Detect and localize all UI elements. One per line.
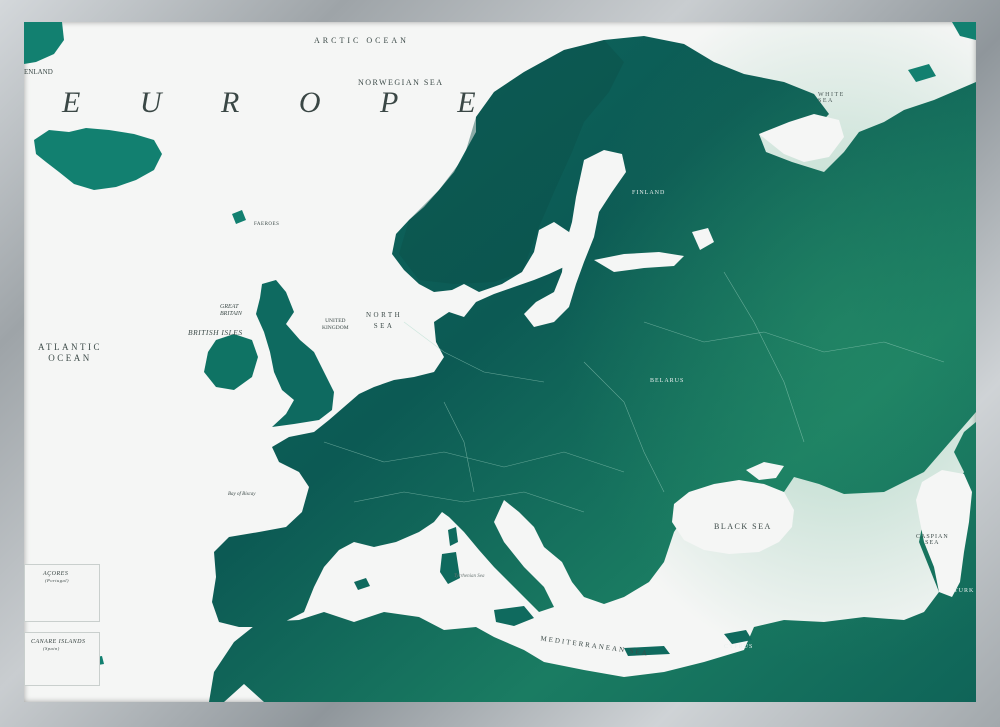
caspian-sea-label: CASPIAN SEA: [916, 534, 949, 546]
iceland: [34, 128, 162, 190]
canary-inset: CANARE ISLANDS (Spain): [24, 632, 100, 686]
white-sea-label: WHITE SEA: [818, 92, 845, 104]
great-britain-label: GREAT BRITAIN: [220, 304, 242, 317]
map-canvas: E U R O P E ARCTIC OCEAN NORWEGIAN SEA A…: [24, 22, 976, 702]
greenland-fragment: [24, 22, 64, 64]
azores-inset: AÇORES (Portugal): [24, 564, 100, 622]
tyrrhenian-sea-label: Tyrrhenian Sea: [454, 574, 485, 579]
atlantic-ocean-label: ATLANTIC OCEAN: [38, 342, 102, 363]
ireland: [204, 334, 258, 390]
black-sea-label: BLACK SEA: [714, 522, 772, 531]
bay-of-biscay-label: Bay of Biscay: [228, 492, 256, 497]
british-isles-label: BRITISH ISLES: [188, 328, 243, 337]
faeroes: [232, 210, 246, 224]
finland-label: FINLAND: [632, 190, 666, 196]
europe-map-graphic: [24, 22, 976, 702]
canary-inset-subtitle: (Spain): [43, 646, 60, 651]
map-title: E U R O P E: [62, 86, 502, 119]
belarus-label: BELARUS: [650, 378, 685, 384]
azores-inset-title: AÇORES: [43, 571, 69, 577]
greenland-label: ENLAND: [24, 68, 53, 76]
azores-inset-subtitle: (Portugal): [45, 578, 69, 583]
arctic-ocean-label: ARCTIC OCEAN: [314, 36, 409, 45]
turkey-label: TURK: [954, 588, 975, 594]
great-britain: [256, 280, 334, 427]
norwegian-sea-label: NORWEGIAN SEA: [358, 78, 444, 87]
united-kingdom-label: UNITED KINGDOM: [322, 318, 349, 331]
faeroes-label: FAEROES: [254, 222, 280, 227]
balearic-islands: [354, 578, 370, 590]
cyprus-label: CYPRUS: [724, 644, 754, 650]
north-sea-label: NORTH SEA: [366, 311, 403, 330]
canary-inset-title: CANARE ISLANDS: [31, 639, 86, 645]
